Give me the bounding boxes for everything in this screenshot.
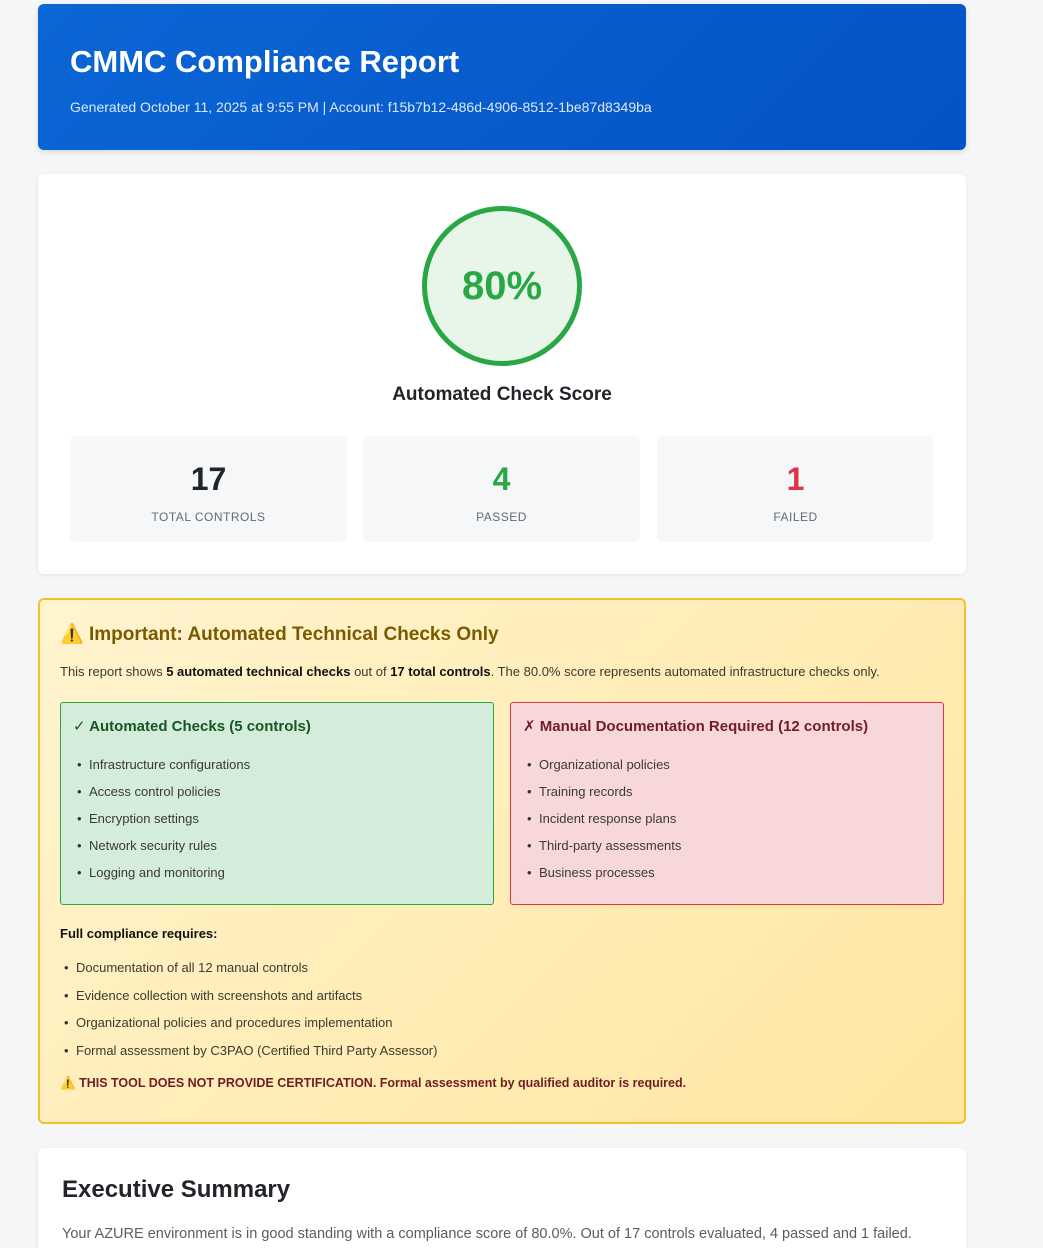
- stat-label: FAILED: [773, 510, 818, 524]
- warning-icon: ⚠️: [60, 1076, 76, 1090]
- warning-title: ⚠️ Important: Automated Technical Checks…: [60, 622, 944, 648]
- list-item: Infrastructure configurations: [73, 751, 481, 778]
- list-item: Evidence collection with screenshots and…: [60, 982, 437, 1010]
- manual-documentation-list: Organizational policies Training records…: [523, 751, 931, 886]
- score-value: 80%: [461, 263, 543, 308]
- manual-documentation-title: ✗ Manual Documentation Required (12 cont…: [523, 718, 869, 735]
- list-item: Access control policies: [73, 778, 481, 805]
- requirements-title: Full compliance requires:: [60, 926, 218, 941]
- stat-label: TOTAL CONTROLS: [151, 510, 266, 524]
- disclaimer-text: THIS TOOL DOES NOT PROVIDE CERTIFICATION…: [79, 1076, 687, 1090]
- intro-bold: 5 automated technical checks: [166, 664, 351, 679]
- report-title: CMMC Compliance Report: [70, 44, 460, 79]
- report-header: CMMC Compliance Report Generated October…: [38, 4, 966, 150]
- list-item: Logging and monitoring: [73, 859, 481, 886]
- requirements-list: Documentation of all 12 manual controls …: [60, 954, 437, 1064]
- list-item: Third-party assessments: [523, 832, 931, 859]
- intro-text: out of: [350, 664, 391, 679]
- summary-title: Executive Summary: [62, 1176, 291, 1203]
- automated-checks-title: ✓ Automated Checks (5 controls): [73, 718, 311, 735]
- stat-value: 17: [190, 461, 227, 497]
- intro-bold: 17 total controls: [390, 664, 491, 679]
- intro-text: . The 80.0% score represents automated i…: [490, 664, 880, 679]
- summary-text: Your AZURE environment is in good standi…: [62, 1226, 912, 1242]
- automated-checks-box: ✓ Automated Checks (5 controls) Infrastr…: [60, 702, 494, 905]
- list-item: Organizational policies: [523, 751, 931, 778]
- stat-passed: 4 PASSED: [363, 436, 640, 542]
- stat-failed: 1 FAILED: [657, 436, 934, 542]
- stat-value: 4: [492, 461, 511, 497]
- list-item: Organizational policies and procedures i…: [60, 1009, 437, 1037]
- score-circle: 80%: [422, 206, 582, 366]
- warning-panel: ⚠️ Important: Automated Technical Checks…: [38, 598, 966, 1124]
- executive-summary: Executive Summary Your AZURE environment…: [38, 1148, 966, 1248]
- automated-checks-list: Infrastructure configurations Access con…: [73, 751, 481, 886]
- list-item: Network security rules: [73, 832, 481, 859]
- list-item: Business processes: [523, 859, 931, 886]
- report-meta: Generated October 11, 2025 at 9:55 PM | …: [70, 99, 652, 115]
- intro-text: This report shows: [60, 664, 167, 679]
- warning-title-text: Important: Automated Technical Checks On…: [88, 624, 499, 645]
- certification-disclaimer: ⚠️ THIS TOOL DOES NOT PROVIDE CERTIFICAT…: [60, 1076, 686, 1091]
- list-item: Encryption settings: [73, 805, 481, 832]
- list-item: Documentation of all 12 manual controls: [60, 954, 437, 982]
- manual-documentation-box: ✗ Manual Documentation Required (12 cont…: [510, 702, 944, 905]
- stat-value: 1: [786, 461, 805, 497]
- score-label: Automated Check Score: [392, 384, 612, 405]
- stat-total-controls: 17 TOTAL CONTROLS: [70, 436, 347, 542]
- list-item: Incident response plans: [523, 805, 931, 832]
- stat-label: PASSED: [476, 510, 527, 524]
- list-item: Training records: [523, 778, 931, 805]
- list-item: Formal assessment by C3PAO (Certified Th…: [60, 1037, 437, 1065]
- warning-intro: This report shows 5 automated technical …: [60, 664, 944, 679]
- score-card: 80% Automated Check Score 17 TOTAL CONTR…: [38, 174, 966, 574]
- warning-icon: ⚠️: [60, 624, 84, 645]
